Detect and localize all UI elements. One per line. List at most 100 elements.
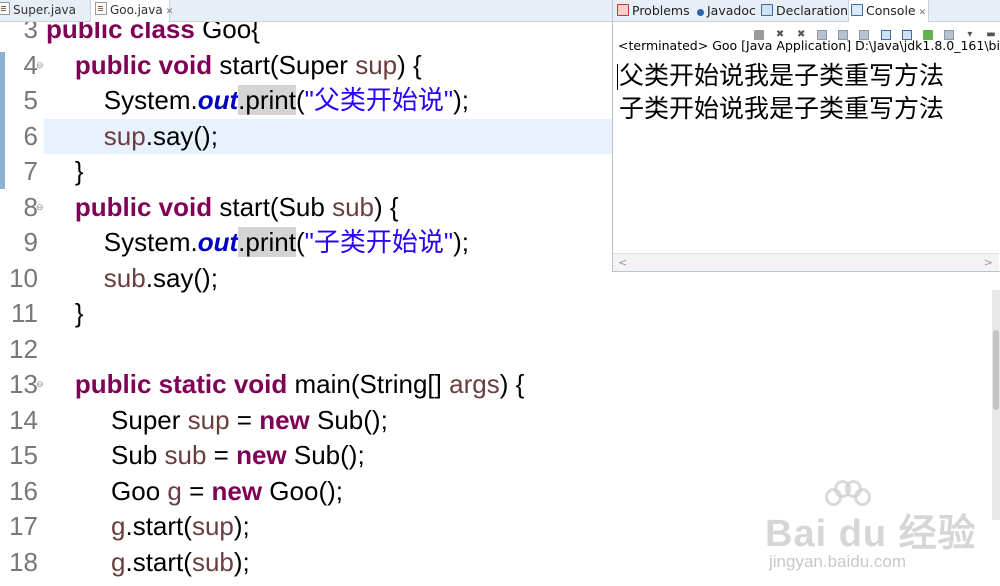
code-token: public static void [74,369,295,399]
tab-javadoc[interactable]: Javadoc [695,0,756,21]
fold-toggle-icon[interactable]: ⊖ [36,202,44,212]
line-number: 13 [9,369,38,399]
line-number: 15 [9,440,38,470]
code-editor[interactable]: 3 public class Goo{4 ⊖ public void start(S… [0,0,612,586]
code-token: = [229,404,260,435]
code-token: g [111,546,126,577]
code-token: Sub [46,440,165,470]
code-token: Sub(); [316,404,388,435]
code-line[interactable]: 8 ⊖ public void start(Sub sub) { [0,190,612,226]
code-text: } [46,296,84,332]
java-file-icon [0,2,10,15]
fold-toggle-icon[interactable]: ⊖ [36,380,44,389]
line-number: 12 [9,333,38,364]
code-line[interactable]: 15 Sub sub = new Sub(); [0,438,612,474]
tab-goo-java[interactable]: Goo.java ✕ [90,0,173,22]
line-number: 6 [23,120,38,151]
fold-toggle-icon[interactable]: ⊖ [36,60,44,70]
code-line[interactable]: 14 Super sup = new Sub(); [0,403,612,439]
code-token: start(Super [219,49,356,80]
code-token: "父类开始说" [304,85,454,115]
code-text: Super sup = new Sub(); [46,403,388,439]
watermark-url: jingyan.baidu.com [769,552,907,571]
code-token: System. [46,227,198,257]
code-token: ( [295,85,305,115]
code-token: new [236,440,294,470]
code-line[interactable]: 5 System.out.print("父类开始说"); [0,83,612,119]
code-line[interactable]: 12 [0,332,612,368]
tab-label: Problems [632,3,690,18]
code-token: ( [295,227,305,257]
code-text: public void start(Sub sub) { [46,190,399,226]
code-line[interactable]: 10 sub.say(); [0,261,612,297]
watermark-logo-text: Bai du 经验 [765,513,977,555]
code-line[interactable]: 17 g.start(sup); [0,509,612,545]
code-token: .say(); [145,120,218,151]
code-token: ) { [397,49,422,80]
code-token: print [245,227,296,257]
code-text: System.out.print("子类开始说"); [46,225,469,261]
line-number: 10 [9,262,38,293]
line-number: 7 [23,156,38,186]
code-line[interactable]: 16 Goo g = new Goo(); [0,474,612,510]
code-token: } [46,156,84,186]
code-token: "子类开始说" [304,227,454,257]
line-number: 18 [9,546,38,577]
code-text: g.start(sup); [46,509,250,545]
code-line[interactable]: 18 g.start(sub); [0,545,612,581]
line-number: 8 [23,191,38,222]
code-text: System.out.print("父类开始说"); [46,83,469,119]
code-token: ); [453,227,469,257]
code-line[interactable]: 6 sup.say(); [0,119,612,155]
close-icon[interactable]: ✕ [166,7,174,17]
scrollbar-thumb[interactable] [993,330,999,410]
code-token: new [211,475,270,506]
paw-logo-icon [825,480,871,516]
code-token: ); [453,85,469,115]
code-line[interactable]: 4 ⊖ public void start(Super sup) { [0,48,612,84]
scroll-left-icon[interactable]: < [618,254,627,271]
code-token: public void [74,49,220,80]
problems-icon [617,4,629,16]
code-text: public static void main(String[] args) { [46,367,524,403]
code-token: } [46,298,84,328]
tab-declaration[interactable]: Declaration [761,0,848,21]
code-line[interactable]: 13 ⊖ public static void main(String[] arg… [0,367,612,403]
code-token: ) { [374,191,399,222]
code-token: Goo(); [269,475,343,506]
code-token: ) { [499,369,525,399]
horizontal-scrollbar[interactable]: < > [613,253,999,271]
tab-problems[interactable]: Problems [617,0,690,21]
code-token: start(Sub [219,191,333,222]
code-line[interactable]: 11 } [0,296,612,332]
code-token: public void [74,191,220,222]
baidu-watermark: Bai du 经验 jingyan.baidu.com [765,480,990,580]
tab-label: Javadoc [707,3,756,18]
code-line[interactable]: 7 } [0,154,612,190]
javadoc-icon [697,9,704,16]
scroll-right-icon[interactable]: > [984,254,993,271]
code-token: main(String[] [294,369,450,399]
line-number: 14 [9,404,38,435]
code-token: sup [355,49,398,80]
tab-console[interactable]: Console ✕ [848,0,930,22]
code-token: g [111,511,126,541]
code-text: g.start(sub); [46,545,250,581]
close-icon[interactable]: ✕ [919,8,927,18]
console-icon [851,4,863,16]
console-output-line: 父类开始说我是子类重写方法 [619,61,945,90]
tab-label: Declaration [776,3,849,18]
view-tab-bar: Problems Javadoc Declaration Console ✕ [613,0,1000,22]
declaration-icon [761,4,773,16]
console-toolbar: ✖ ✖ ▾ ▬ [748,24,996,40]
code-lines[interactable]: 3 public class Goo{4 ⊖ public void start(S… [0,12,612,580]
tab-super-java[interactable]: Super.java [0,0,89,21]
code-line[interactable]: 9 System.out.print("子类开始说"); [0,225,612,261]
code-token: sub [103,262,146,293]
code-token: Goo [46,475,168,506]
code-text: Sub sub = new Sub(); [46,438,365,474]
code-token: .say(); [145,262,218,293]
